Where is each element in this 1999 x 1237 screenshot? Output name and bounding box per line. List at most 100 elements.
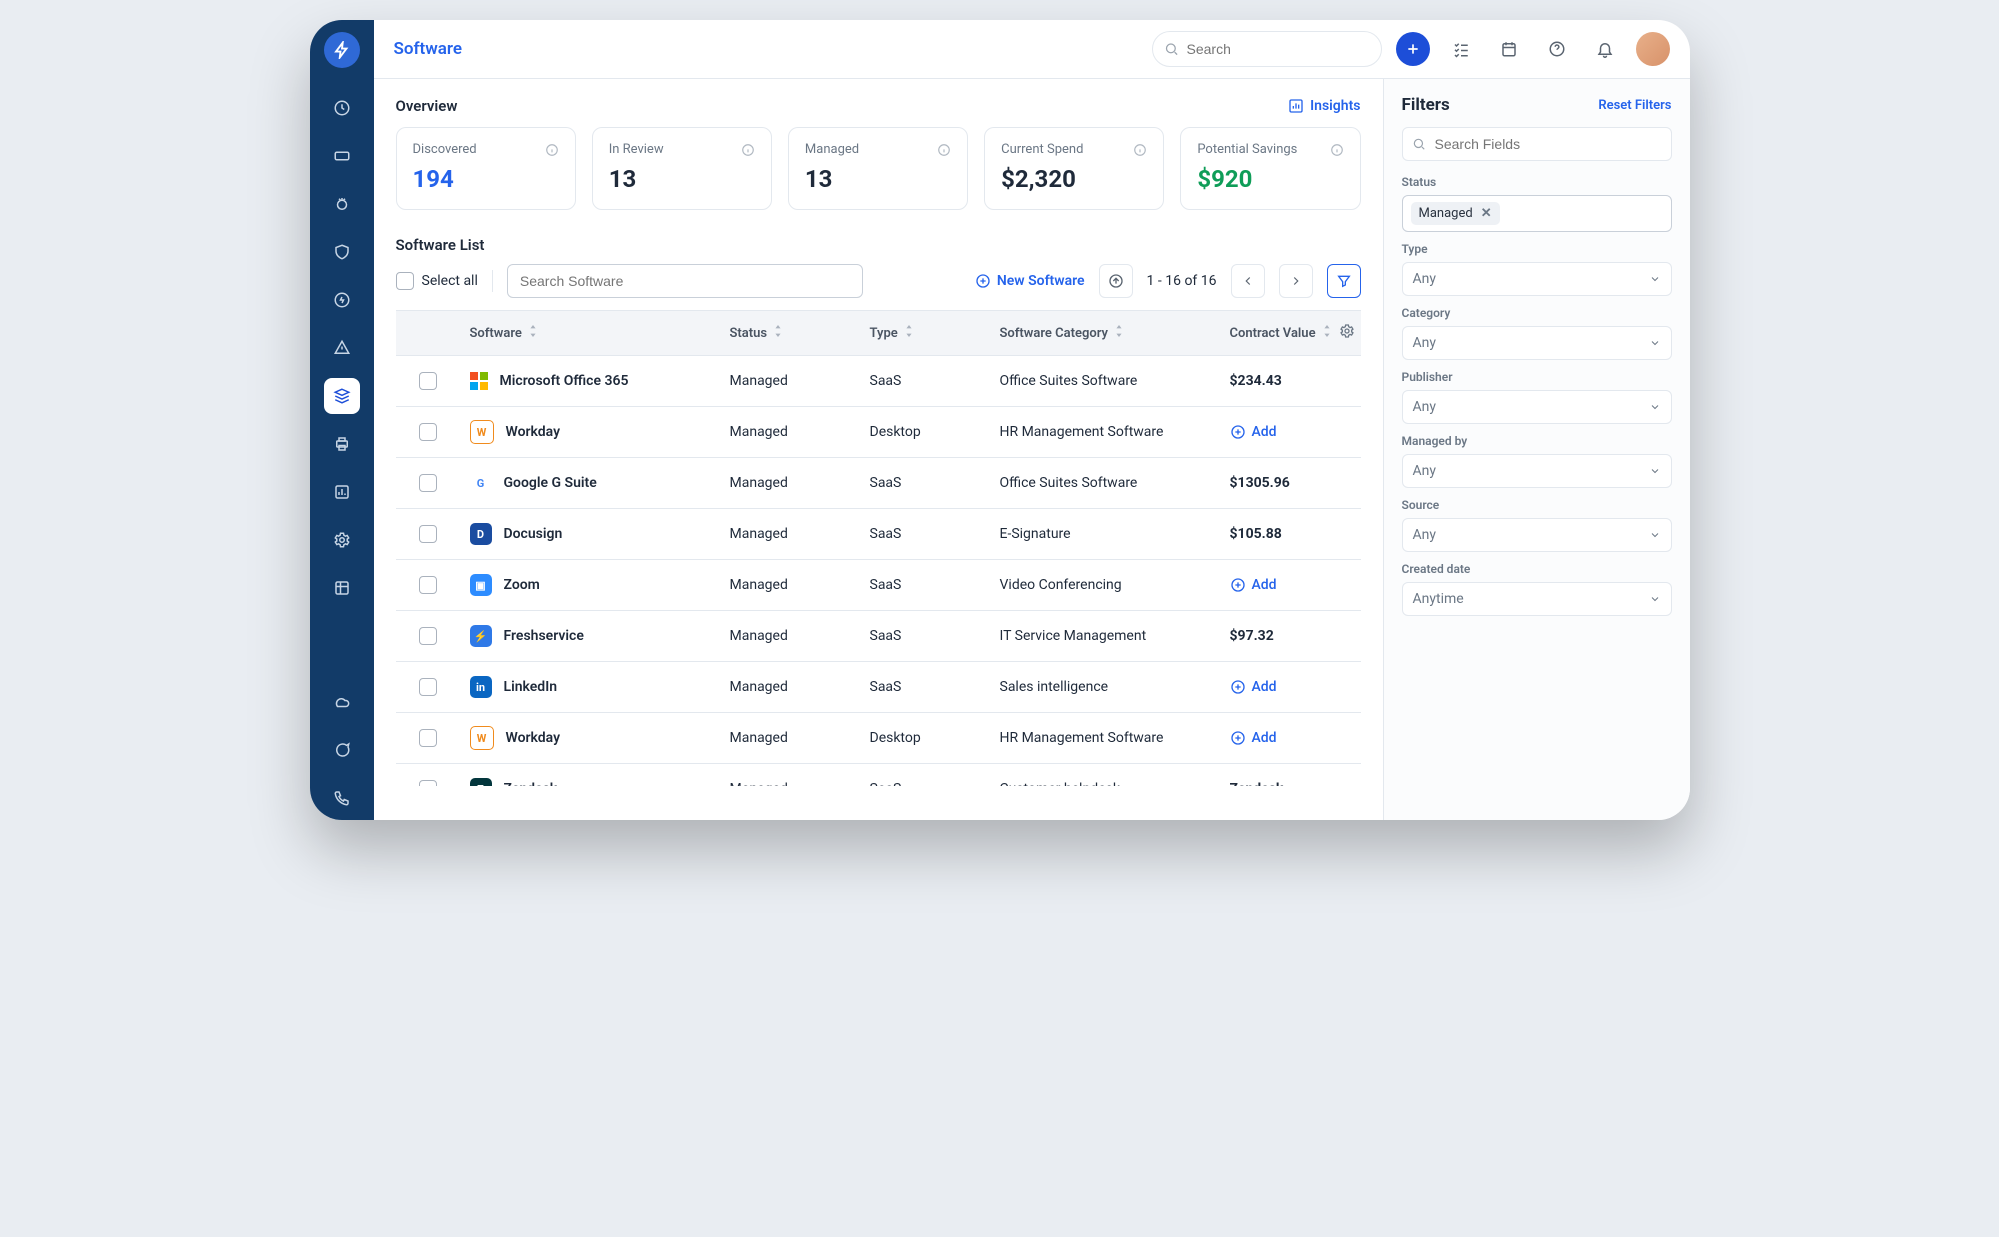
overview-card: Managed13 <box>788 127 968 210</box>
insights-link[interactable]: Insights <box>1288 98 1360 114</box>
pager-text: 1 - 16 of 16 <box>1147 273 1217 289</box>
app-name: Zoom <box>504 577 540 593</box>
nav-shield-icon[interactable] <box>324 234 360 270</box>
table-row[interactable]: GGoogle G Suite Managed SaaS Office Suit… <box>396 458 1361 509</box>
app-name: Freshservice <box>504 628 584 644</box>
filter-managedby-select[interactable]: Any <box>1402 454 1672 488</box>
pager-next[interactable] <box>1279 264 1313 298</box>
table-row[interactable]: ⚡Freshservice Managed SaaS IT Service Ma… <box>396 611 1361 662</box>
row-checkbox[interactable] <box>419 576 437 594</box>
filters-title: Filters <box>1402 95 1450 115</box>
overview-card: In Review13 <box>592 127 772 210</box>
row-checkbox[interactable] <box>419 525 437 543</box>
new-software-button[interactable]: New Software <box>975 273 1085 289</box>
app-name: Docusign <box>504 526 563 542</box>
nav-table-icon[interactable] <box>324 570 360 606</box>
info-icon[interactable] <box>741 143 755 157</box>
app-icon: Z <box>470 778 492 786</box>
filter-toggle-button[interactable] <box>1327 264 1361 298</box>
info-icon[interactable] <box>545 143 559 157</box>
row-checkbox[interactable] <box>419 780 437 786</box>
sort-icon[interactable] <box>1322 325 1332 341</box>
filter-source-select[interactable]: Any <box>1402 518 1672 552</box>
overview-title: Overview <box>396 97 458 115</box>
table-row[interactable]: Microsoft Office 365 Managed SaaS Office… <box>396 356 1361 407</box>
nav-analytics-icon[interactable] <box>324 474 360 510</box>
app-name: Microsoft Office 365 <box>500 373 629 389</box>
search-icon <box>1412 137 1426 151</box>
nav-print-icon[interactable] <box>324 426 360 462</box>
filter-created-select[interactable]: Anytime <box>1402 582 1672 616</box>
filter-type-select[interactable]: Any <box>1402 262 1672 296</box>
nav-alert-icon[interactable] <box>324 330 360 366</box>
add-contract-button[interactable]: Add <box>1230 730 1277 746</box>
global-search-input[interactable] <box>1152 31 1382 67</box>
filter-publisher-select[interactable]: Any <box>1402 390 1672 424</box>
add-contract-button[interactable]: Add <box>1230 424 1277 440</box>
topbar: Software <box>374 20 1690 79</box>
app-icon: W <box>470 726 494 750</box>
select-all[interactable]: Select all <box>396 272 478 290</box>
nav-chat-icon[interactable] <box>324 732 360 768</box>
add-contract-button[interactable]: Add <box>1230 679 1277 695</box>
app-icon: ▣ <box>470 574 492 596</box>
info-icon[interactable] <box>1133 143 1147 157</box>
row-checkbox[interactable] <box>419 729 437 747</box>
app-icon: W <box>470 420 494 444</box>
add-button[interactable] <box>1396 32 1430 66</box>
nav-tickets-icon[interactable] <box>324 138 360 174</box>
nav-cloud-icon[interactable] <box>324 684 360 720</box>
table-row[interactable]: ▣Zoom Managed SaaS Video Conferencing Ad… <box>396 560 1361 611</box>
overview-card: Current Spend$2,320 <box>984 127 1164 210</box>
table-row[interactable]: DDocusign Managed SaaS E-Signature $105.… <box>396 509 1361 560</box>
row-checkbox[interactable] <box>419 423 437 441</box>
help-icon[interactable] <box>1540 32 1574 66</box>
sort-icon[interactable] <box>773 325 783 341</box>
app-icon: in <box>470 676 492 698</box>
row-checkbox[interactable] <box>419 474 437 492</box>
info-icon[interactable] <box>937 143 951 157</box>
row-checkbox[interactable] <box>419 372 437 390</box>
nav-software-icon[interactable] <box>324 378 360 414</box>
table-row[interactable]: ZZendesk Managed SaaS Customer helpdesk … <box>396 764 1361 786</box>
nav-bug-icon[interactable] <box>324 186 360 222</box>
page-title: Software <box>394 39 463 59</box>
info-icon[interactable] <box>1330 143 1344 157</box>
add-contract-button[interactable]: Add <box>1230 577 1277 593</box>
row-checkbox[interactable] <box>419 627 437 645</box>
chevron-down-icon <box>1649 593 1661 605</box>
sort-icon[interactable] <box>1114 325 1124 341</box>
list-toolbar: Select all New Software 1 - 16 of 16 <box>396 264 1361 298</box>
remove-chip-icon[interactable]: ✕ <box>1481 206 1492 221</box>
user-avatar[interactable] <box>1636 32 1670 66</box>
select-all-checkbox[interactable] <box>396 272 414 290</box>
sort-icon[interactable] <box>528 325 538 341</box>
row-checkbox[interactable] <box>419 678 437 696</box>
column-settings-icon[interactable] <box>1339 323 1355 343</box>
calendar-icon[interactable] <box>1492 32 1526 66</box>
table-row[interactable]: WWorkday Managed Desktop HR Management S… <box>396 407 1361 458</box>
sort-icon[interactable] <box>904 325 914 341</box>
filter-category-select[interactable]: Any <box>1402 326 1672 360</box>
app-name: Workday <box>506 424 561 440</box>
app-icon: D <box>470 523 492 545</box>
chevron-down-icon <box>1649 273 1661 285</box>
filter-fields-search[interactable] <box>1402 127 1672 161</box>
list-search-input[interactable] <box>507 264 863 298</box>
overview-card: Potential Savings$920 <box>1180 127 1360 210</box>
tasks-icon[interactable] <box>1444 32 1478 66</box>
notifications-icon[interactable] <box>1588 32 1622 66</box>
nav-dashboard-icon[interactable] <box>324 90 360 126</box>
nav-bolt-icon[interactable] <box>324 282 360 318</box>
nav-phone-icon[interactable] <box>324 780 360 816</box>
export-button[interactable] <box>1099 264 1133 298</box>
app-icon: ⚡ <box>470 625 492 647</box>
nav-settings-icon[interactable] <box>324 522 360 558</box>
table-row[interactable]: WWorkday Managed Desktop HR Management S… <box>396 713 1361 764</box>
app-icon: G <box>470 472 492 494</box>
table-row[interactable]: inLinkedIn Managed SaaS Sales intelligen… <box>396 662 1361 713</box>
pager-prev[interactable] <box>1231 264 1265 298</box>
filter-status-input[interactable]: Managed ✕ <box>1402 195 1672 232</box>
reset-filters-button[interactable]: Reset Filters <box>1598 98 1671 113</box>
app-logo[interactable] <box>324 32 360 68</box>
